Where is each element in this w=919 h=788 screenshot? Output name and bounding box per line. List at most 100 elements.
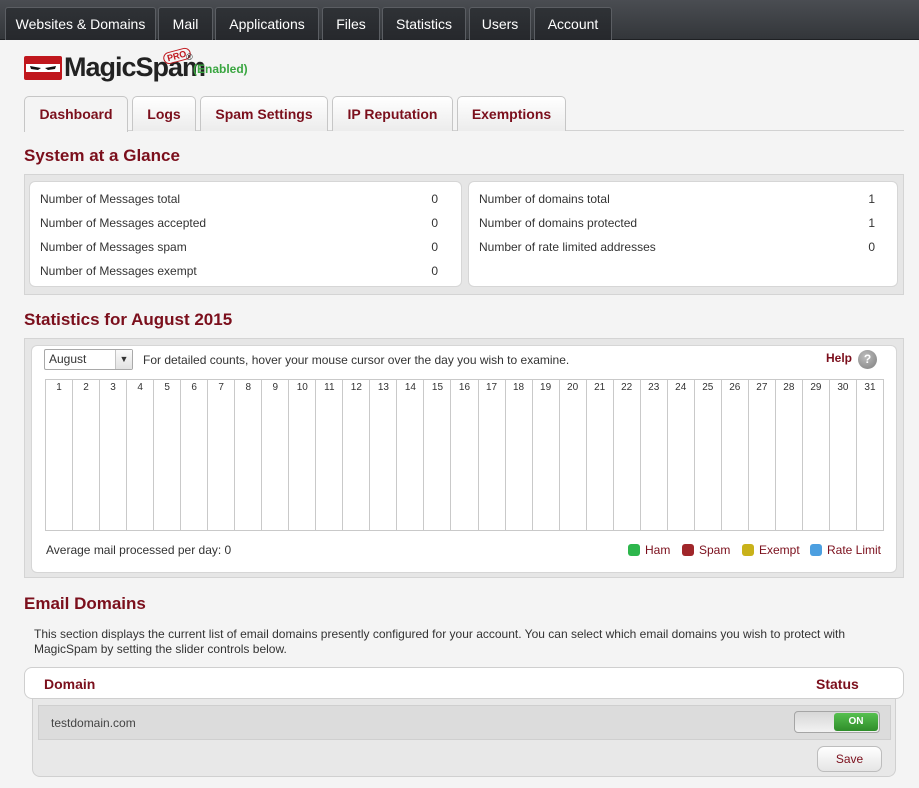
month-select[interactable]: August ▼ <box>44 349 133 370</box>
calendar-day[interactable]: 15 <box>424 380 452 530</box>
hover-hint: For detailed counts, hover your mouse cu… <box>143 353 570 367</box>
tab-statistics[interactable]: Statistics <box>382 7 466 40</box>
calendar-day-label: 7 <box>218 382 224 393</box>
calendar-day[interactable]: 17 <box>479 380 506 530</box>
domains-table-body: testdomain.com ON Save <box>32 699 896 777</box>
calendar-day[interactable]: 26 <box>722 380 749 530</box>
legend-spam-label: Spam <box>699 543 731 557</box>
tab-files[interactable]: Files <box>322 7 380 40</box>
legend-exempt-label: Exempt <box>759 543 800 557</box>
calendar-day-label: 18 <box>512 382 525 393</box>
calendar-day-label: 9 <box>272 382 279 393</box>
tab-users[interactable]: Users <box>469 7 531 40</box>
calendar-day[interactable]: 28 <box>776 380 803 530</box>
stat-row: Number of Messages exempt 0 <box>40 264 440 278</box>
statistics-inner: August ▼ For detailed counts, hover your… <box>31 345 897 573</box>
calendar-day-label: 22 <box>621 382 633 393</box>
legend-rate-limit-swatch <box>810 544 822 556</box>
calendar-day[interactable]: 24 <box>668 380 695 530</box>
calendar-day-label: 2 <box>83 382 89 393</box>
stat-label: Number of domains total <box>479 192 610 206</box>
calendar-day[interactable]: 14 <box>397 380 425 530</box>
calendar-day-label: 15 <box>431 382 444 393</box>
stat-value: 0 <box>431 264 438 278</box>
calendar-day-label: 11 <box>324 382 335 393</box>
stat-value: 1 <box>868 192 875 206</box>
ninja-mask-icon <box>24 56 62 80</box>
save-button[interactable]: Save <box>817 746 882 772</box>
legend-ham-label: Ham <box>645 543 671 557</box>
calendar-day-label: 25 <box>702 382 714 393</box>
registered-mark: ® <box>186 52 193 62</box>
calendar-day[interactable]: 3 <box>100 380 128 530</box>
help-icon[interactable]: ? <box>858 350 877 369</box>
calendar-day-label: 26 <box>729 382 741 393</box>
calendar-day-label: 27 <box>756 382 768 393</box>
calendar-day-label: 28 <box>783 382 795 393</box>
daily-stats-calendar: 1 2 3 4 5 6 7 8 9 10 11 12 13 14 15 16 17 18 19 20 21 22 23 24 2… <box>45 379 884 531</box>
tab-exemptions[interactable]: Exemptions <box>457 96 566 131</box>
stat-value: 1 <box>868 216 875 230</box>
stat-row: Number of Messages spam 0 <box>40 240 440 254</box>
calendar-day[interactable]: 8 <box>235 380 263 530</box>
stat-value: 0 <box>431 216 438 230</box>
tab-mail[interactable]: Mail <box>158 7 213 40</box>
calendar-day[interactable]: 16 <box>451 380 479 530</box>
calendar-day-label: 13 <box>377 382 389 393</box>
calendar-day-label: 23 <box>648 382 660 393</box>
statistics-heading: Statistics for August 2015 <box>24 310 233 329</box>
calendar-day[interactable]: 18 <box>506 380 533 530</box>
email-domains-heading: Email Domains <box>24 594 146 613</box>
average-mail: Average mail processed per day: 0 <box>46 543 232 557</box>
tab-ip-reputation[interactable]: IP Reputation <box>332 96 453 131</box>
calendar-day[interactable]: 7 <box>208 380 236 530</box>
email-domains-description: This section displays the current list o… <box>34 627 846 656</box>
calendar-day[interactable]: 21 <box>587 380 614 530</box>
tab-applications[interactable]: Applications <box>215 7 319 40</box>
calendar-day-label: 20 <box>567 382 579 393</box>
calendar-day[interactable]: 23 <box>641 380 668 530</box>
help-link[interactable]: Help <box>826 351 852 365</box>
stat-label: Number of domains protected <box>479 216 638 230</box>
calendar-day[interactable]: 10 <box>289 380 317 530</box>
calendar-day[interactable]: 27 <box>749 380 776 530</box>
calendar-day[interactable]: 6 <box>181 380 209 530</box>
calendar-day[interactable]: 4 <box>127 380 155 530</box>
tab-spam-settings[interactable]: Spam Settings <box>200 96 328 131</box>
calendar-day[interactable]: 9 <box>262 380 290 530</box>
legend-ham-swatch <box>628 544 640 556</box>
tab-logs[interactable]: Logs <box>132 96 196 131</box>
tab-websites-domains[interactable]: Websites & Domains <box>5 7 156 40</box>
calendar-day[interactable]: 1 <box>46 380 74 530</box>
calendar-day[interactable]: 30 <box>830 380 857 530</box>
domains-table-header: Domain Status <box>24 667 904 699</box>
calendar-day[interactable]: 12 <box>343 380 371 530</box>
calendar-day[interactable]: 19 <box>533 380 560 530</box>
stat-row: Number of Messages accepted 0 <box>40 216 440 230</box>
calendar-day[interactable]: 2 <box>73 380 101 530</box>
calendar-day[interactable]: 31 <box>857 380 883 530</box>
calendar-day[interactable]: 25 <box>695 380 722 530</box>
calendar-day[interactable]: 11 <box>316 380 344 530</box>
calendar-day[interactable]: 29 <box>803 380 830 530</box>
top-navigation: Websites & Domains Mail Applications Fil… <box>0 0 919 40</box>
calendar-day-label: 24 <box>675 382 687 393</box>
protection-toggle[interactable]: ON <box>794 711 880 733</box>
glance-panel: Number of Messages total 0 Number of Mes… <box>24 174 904 295</box>
calendar-day[interactable]: 20 <box>560 380 587 530</box>
calendar-day-label: 17 <box>485 382 498 393</box>
legend-rate-limit-label: Rate Limit <box>827 543 882 557</box>
calendar-day-label: 14 <box>404 382 416 393</box>
calendar-day[interactable]: 5 <box>154 380 182 530</box>
stat-label: Number of rate limited addresses <box>479 240 656 254</box>
calendar-day-label: 12 <box>350 382 362 393</box>
column-domain: Domain <box>44 676 96 692</box>
legend-spam: Spam <box>682 543 730 557</box>
calendar-day[interactable]: 13 <box>370 380 398 530</box>
tab-dashboard[interactable]: Dashboard <box>24 96 128 132</box>
tab-account[interactable]: Account <box>534 7 612 40</box>
calendar-day[interactable]: 22 <box>614 380 641 530</box>
statistics-panel: August ▼ For detailed counts, hover your… <box>24 338 904 578</box>
toggle-on-state: ON <box>834 713 878 731</box>
calendar-day-label: 8 <box>245 382 252 393</box>
